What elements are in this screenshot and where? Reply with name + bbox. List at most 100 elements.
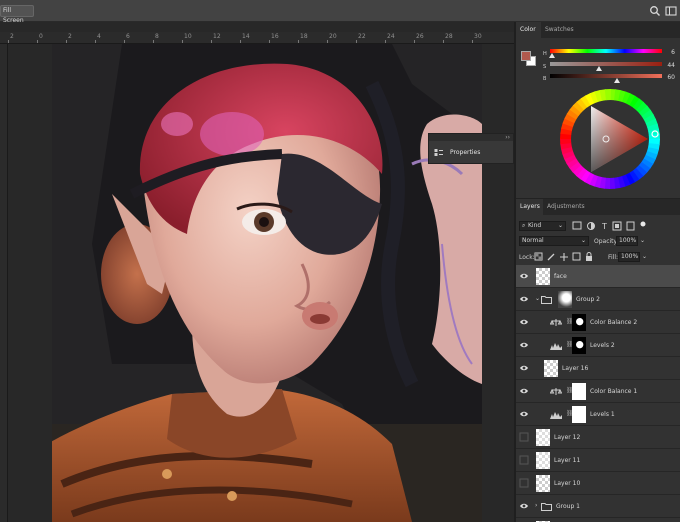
visibility-off-box[interactable] [519,455,529,465]
fill-label: Fill: [608,254,619,261]
layer-name[interactable]: Group 1 [556,503,580,510]
layer-name[interactable]: Levels 2 [590,342,615,349]
document-canvas[interactable] [52,44,482,522]
layer-row[interactable]: Layer 12 [516,426,680,449]
chevron-down-icon[interactable]: ⌄ [640,237,645,244]
eye-icon[interactable] [519,317,529,327]
layer-filter-select[interactable]: ⌕ Kind ⌄ [519,221,566,231]
layer-row[interactable]: Layer 10 [516,472,680,495]
h-slider-label: H [543,51,547,57]
chevron-right-icon[interactable]: › [535,502,537,509]
layer-name[interactable]: Layer 11 [554,457,580,464]
tab-swatches[interactable]: Swatches [541,22,579,38]
layer-mask-thumbnail[interactable] [558,291,572,308]
search-icon[interactable] [649,5,661,17]
eye-icon[interactable] [519,271,529,281]
brightness-value[interactable]: 60 [661,74,675,81]
ruler-tick-label: 12 [213,33,221,40]
layer-name[interactable]: Color Balance 2 [590,319,637,326]
layer-mask-thumbnail[interactable] [572,337,586,354]
svg-text:T: T [601,222,607,231]
visibility-off-box[interactable] [519,478,529,488]
folder-icon [541,295,552,306]
saturation-slider-knob[interactable] [596,66,602,71]
ruler-tick [124,40,125,43]
color-wheel[interactable] [559,88,661,190]
layer-name[interactable]: Layer 16 [562,365,588,372]
tab-layers[interactable]: Layers [516,199,543,215]
ruler-tick [182,40,183,43]
brightness-slider-knob[interactable] [614,78,620,83]
horizontal-ruler: 2 0 2 4 6 8 10 12 14 16 18 20 22 24 26 28 30 [0,32,515,44]
ruler-tick-label: 24 [387,33,395,40]
eye-icon[interactable] [519,294,529,304]
tab-color[interactable]: Color [516,22,541,38]
lock-label: Lock: [519,254,535,261]
ruler-tick [240,40,241,43]
layer-name[interactable]: Group 2 [576,296,600,303]
eye-icon[interactable] [519,386,529,396]
ruler-tick [356,40,357,43]
visibility-off-box[interactable] [519,432,529,442]
workspace-icon[interactable] [665,5,677,17]
painting-artwork [52,44,482,522]
layer-thumbnail[interactable] [536,452,550,469]
layer-thumbnail[interactable] [536,429,550,446]
layer-thumbnail[interactable] [536,268,550,285]
ruler-tick [153,40,154,43]
properties-panel[interactable]: ›› Properties [428,133,514,164]
properties-collapse-toggle[interactable]: ›› [429,134,513,141]
layer-thumbnail[interactable] [536,475,550,492]
eye-icon[interactable] [519,501,529,511]
ruler-tick [298,40,299,43]
chevron-down-icon[interactable]: ⌄ [642,253,647,260]
blend-mode-select[interactable]: Normal ⌄ [519,236,589,246]
ruler-tick [443,40,444,43]
layer-row[interactable]: ⌄ Group 2 [516,288,680,311]
layer-filter-icons[interactable]: T [572,221,654,231]
lock-icons[interactable] [534,252,594,262]
layer-mask-thumbnail[interactable] [572,406,586,423]
layer-row[interactable]: Layer 8 [516,518,680,522]
hue-value[interactable]: 6 [661,49,675,56]
eye-icon[interactable] [519,363,529,373]
hue-slider-knob[interactable] [549,53,555,58]
layer-row[interactable]: ⛓ Color Balance 2 [516,311,680,334]
tab-adjustments[interactable]: Adjustments [543,199,587,215]
color-balance-icon [549,318,563,329]
ruler-tick-label: 28 [445,33,453,40]
layer-row[interactable]: Layer 11 [516,449,680,472]
layer-mask-thumbnail[interactable] [572,314,586,331]
fill-screen-button[interactable]: Fill Screen [0,5,34,24]
layer-name[interactable]: face [554,273,567,280]
chevron-down-icon[interactable]: ⌄ [535,295,540,302]
ruler-tick-label: 10 [184,33,192,40]
hue-slider[interactable] [550,49,662,53]
eye-icon[interactable] [519,340,529,350]
ruler-tick [211,40,212,43]
ruler-tick-label: 0 [39,33,43,40]
layer-name[interactable]: Layer 12 [554,434,580,441]
layer-row[interactable]: › Group 1 [516,495,680,518]
saturation-value[interactable]: 44 [661,62,675,69]
layer-name[interactable]: Layer 10 [554,480,580,487]
ruler-tick [327,40,328,43]
layer-row[interactable]: face [516,265,680,288]
layer-name[interactable]: Levels 1 [590,411,615,418]
foreground-color-swatch[interactable] [521,51,531,61]
layer-thumbnail[interactable] [544,360,558,377]
layer-row[interactable]: ⛓ Levels 1 [516,403,680,426]
layer-name[interactable]: Color Balance 1 [590,388,637,395]
layer-row[interactable]: ⛓ Color Balance 1 [516,380,680,403]
brightness-slider[interactable] [550,74,662,78]
fill-field[interactable]: 100% [618,252,640,262]
saturation-slider[interactable] [550,62,662,66]
layer-row[interactable]: Layer 16 [516,357,680,380]
levels-icon [550,410,562,421]
ruler-tick [95,40,96,43]
layer-mask-thumbnail[interactable] [572,383,586,400]
layer-row[interactable]: ⛓ Levels 2 [516,334,680,357]
opacity-field[interactable]: 100% [616,236,638,246]
ruler-tick-label: 20 [329,33,337,40]
eye-icon[interactable] [519,409,529,419]
